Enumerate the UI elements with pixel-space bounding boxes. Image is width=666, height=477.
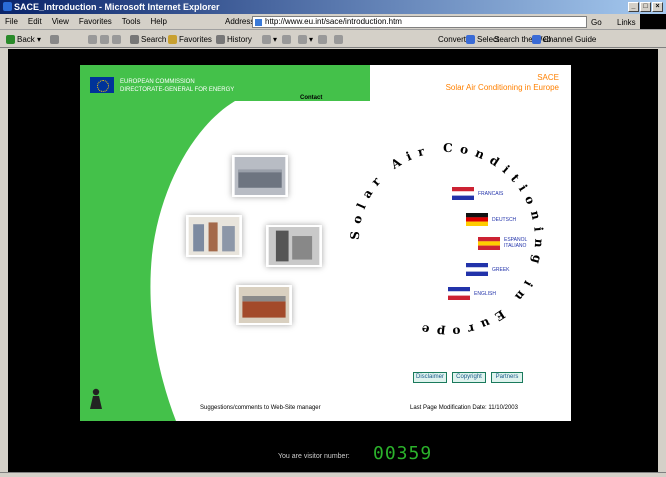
menu-favorites[interactable]: Favorites — [74, 14, 117, 30]
mail-icon — [262, 35, 271, 45]
person-icon[interactable] — [86, 387, 106, 409]
photo-equipment — [266, 225, 322, 267]
menu-tools[interactable]: Tools — [117, 14, 146, 30]
search-button[interactable]: Search — [130, 31, 166, 48]
language-espanol-italiano-link[interactable]: ESPANOL ITALIANO — [504, 237, 544, 249]
menu-file[interactable]: File — [0, 14, 23, 30]
stop-button[interactable] — [88, 31, 99, 48]
eu-line-1: EUROPEAN COMMISSION — [120, 79, 195, 85]
back-arrow-icon — [6, 35, 15, 45]
refresh-icon — [100, 35, 109, 45]
sace-page: EUROPEAN COMMISSION DIRECTORATE-GENERAL … — [80, 65, 571, 421]
minimize-icon[interactable]: _ — [628, 2, 639, 12]
print-icon — [282, 35, 291, 45]
mail-button[interactable]: ▾ — [262, 31, 277, 48]
language-english-link[interactable]: ENGLISH — [474, 291, 496, 297]
site-title: SACE — [537, 73, 559, 82]
address-label: Address — [225, 17, 255, 26]
messenger-button[interactable] — [334, 31, 345, 48]
last-update-text: Last Page Modification Date: 11/10/2003 — [410, 405, 518, 411]
print-button[interactable] — [282, 31, 293, 48]
language-deutsch-link[interactable]: DEUTSCH — [492, 217, 516, 223]
flag-english-icon[interactable] — [448, 287, 470, 300]
discuss-icon — [318, 35, 327, 45]
convert-button[interactable]: Convert — [438, 31, 466, 48]
flag-espanol-italiano-icon[interactable] — [478, 237, 500, 250]
photo-solar-collectors — [232, 155, 288, 197]
language-greek-link[interactable]: GREEK — [492, 267, 510, 273]
site-title-block: SACE Solar Air Conditioning in Europe — [446, 73, 559, 93]
eu-line-2: DIRECTORATE-GENERAL FOR ENERGY — [120, 87, 235, 93]
flag-deutsch-icon[interactable] — [466, 213, 488, 226]
title-bar: SACE_Introduction - Microsoft Internet E… — [0, 0, 666, 14]
discuss-button[interactable] — [318, 31, 329, 48]
partners-button[interactable]: Partners — [491, 372, 523, 383]
back-button[interactable]: Back ▾ — [6, 31, 41, 48]
edit-button[interactable]: ▾ — [298, 31, 313, 48]
windows-logo-icon — [640, 14, 666, 29]
page-viewport: EUROPEAN COMMISSION DIRECTORATE-GENERAL … — [8, 49, 658, 472]
photo-machinery — [186, 215, 242, 257]
page-icon — [255, 19, 262, 26]
channel-guide-icon — [532, 35, 541, 45]
messenger-icon — [334, 35, 343, 45]
go-button[interactable]: Go — [591, 15, 602, 31]
toolbar: Back ▾ Search Favorites History ▾ ▾ Conv… — [0, 31, 666, 48]
channel-guide-button[interactable]: Channel Guide — [532, 31, 596, 48]
menu-bar: File Edit View Favorites Tools Help Address h… — [0, 14, 666, 30]
window-title: SACE_Introduction - Microsoft Internet E… — [14, 2, 220, 12]
forward-button[interactable] — [50, 31, 61, 48]
favorites-icon — [168, 35, 177, 45]
history-icon — [216, 35, 225, 45]
photo-building — [236, 285, 292, 325]
forward-arrow-icon — [50, 35, 59, 45]
flag-greek-icon[interactable] — [466, 263, 488, 276]
eu-header: EUROPEAN COMMISSION DIRECTORATE-GENERAL … — [90, 71, 234, 101]
site-subtitle: Solar Air Conditioning in Europe — [445, 83, 559, 92]
search-icon — [130, 35, 139, 45]
browser-window: SACE_Introduction - Microsoft Internet E… — [0, 0, 666, 477]
ie-icon — [3, 2, 12, 11]
close-icon[interactable]: × — [652, 2, 663, 12]
visitor-counter: 00359 — [373, 443, 433, 464]
stop-icon — [88, 35, 97, 45]
contact-link[interactable]: Contact — [300, 95, 322, 101]
maximize-icon[interactable]: □ — [640, 2, 651, 12]
language-francais-link[interactable]: FRANCAIS — [478, 191, 503, 197]
eu-flag-icon — [90, 77, 114, 93]
menu-view[interactable]: View — [47, 14, 74, 30]
address-url: http://www.eu.int/sace/introduction.htm — [265, 17, 402, 26]
menu-edit[interactable]: Edit — [23, 14, 47, 30]
edit-icon — [298, 35, 307, 45]
history-button[interactable]: History — [216, 31, 252, 48]
flag-francais-icon[interactable] — [452, 187, 474, 200]
disclaimer-button[interactable]: Disclaimer — [413, 372, 447, 383]
address-input[interactable]: http://www.eu.int/sace/introduction.htm — [252, 16, 587, 28]
copyright-button[interactable]: Copyright — [452, 372, 486, 383]
suggestions-link[interactable]: Suggestions/comments to Web-Site manager — [200, 405, 321, 411]
links-button[interactable]: Links — [617, 15, 636, 31]
menu-help[interactable]: Help — [145, 14, 171, 30]
visitor-label: You are visitor number: — [278, 453, 350, 460]
status-bar — [0, 472, 666, 477]
home-button[interactable] — [112, 31, 123, 48]
home-icon — [112, 35, 121, 45]
refresh-button[interactable] — [100, 31, 111, 48]
favorites-button[interactable]: Favorites — [168, 31, 212, 48]
select-icon — [466, 35, 475, 45]
